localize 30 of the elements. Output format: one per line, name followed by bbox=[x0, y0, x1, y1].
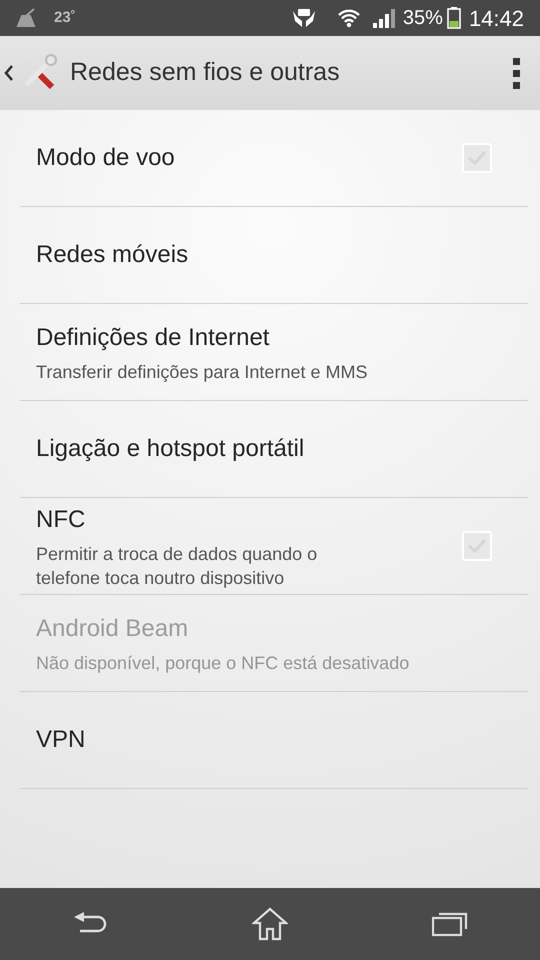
item-title: Redes móveis bbox=[36, 240, 190, 270]
settings-item[interactable]: VPN bbox=[20, 692, 528, 789]
settings-item[interactable]: Ligação e hotspot portátil bbox=[20, 401, 528, 498]
item-title: Modo de voo bbox=[36, 143, 176, 173]
screen-title: Redes sem fios e outras bbox=[70, 57, 340, 88]
recents-nav-icon[interactable] bbox=[432, 911, 468, 937]
item-title: NFC bbox=[36, 505, 86, 535]
home-nav-icon[interactable] bbox=[252, 907, 288, 941]
clock: 14:42 bbox=[468, 4, 524, 32]
hands-icon bbox=[290, 7, 317, 29]
item-summary: Transferir definições para Internet e MMS bbox=[36, 361, 368, 384]
item-summary: Não disponível, porque o NFC está desativado bbox=[36, 652, 410, 675]
cleaner-icon bbox=[16, 8, 38, 28]
settings-item[interactable]: Redes móveis bbox=[20, 207, 528, 304]
item-title: VPN bbox=[36, 725, 86, 755]
battery-icon bbox=[446, 7, 461, 29]
battery-percent: 35% bbox=[402, 6, 443, 31]
settings-item[interactable]: Modo de voo bbox=[20, 110, 528, 207]
settings-item[interactable]: Definições de Internet Transferir definições para Internet e MMS bbox=[20, 304, 528, 401]
item-title: Definições de Internet bbox=[36, 323, 270, 353]
back-caret-icon bbox=[4, 64, 14, 82]
item-title: Android Beam bbox=[36, 614, 190, 644]
item-summary: Permitir a troca de dados quando o telefone toca noutro dispositivo bbox=[36, 543, 318, 590]
checkbox[interactable] bbox=[462, 531, 492, 561]
settings-item[interactable]: NFC Permitir a troca de dados quando o telefone toca noutro dispositivo bbox=[20, 498, 528, 595]
wifi-icon bbox=[336, 8, 361, 28]
item-title: Ligação e hotspot portátil bbox=[36, 434, 306, 464]
checkbox[interactable] bbox=[462, 143, 492, 173]
signal-icon bbox=[372, 8, 395, 28]
temperature: 23˚ bbox=[54, 8, 76, 28]
